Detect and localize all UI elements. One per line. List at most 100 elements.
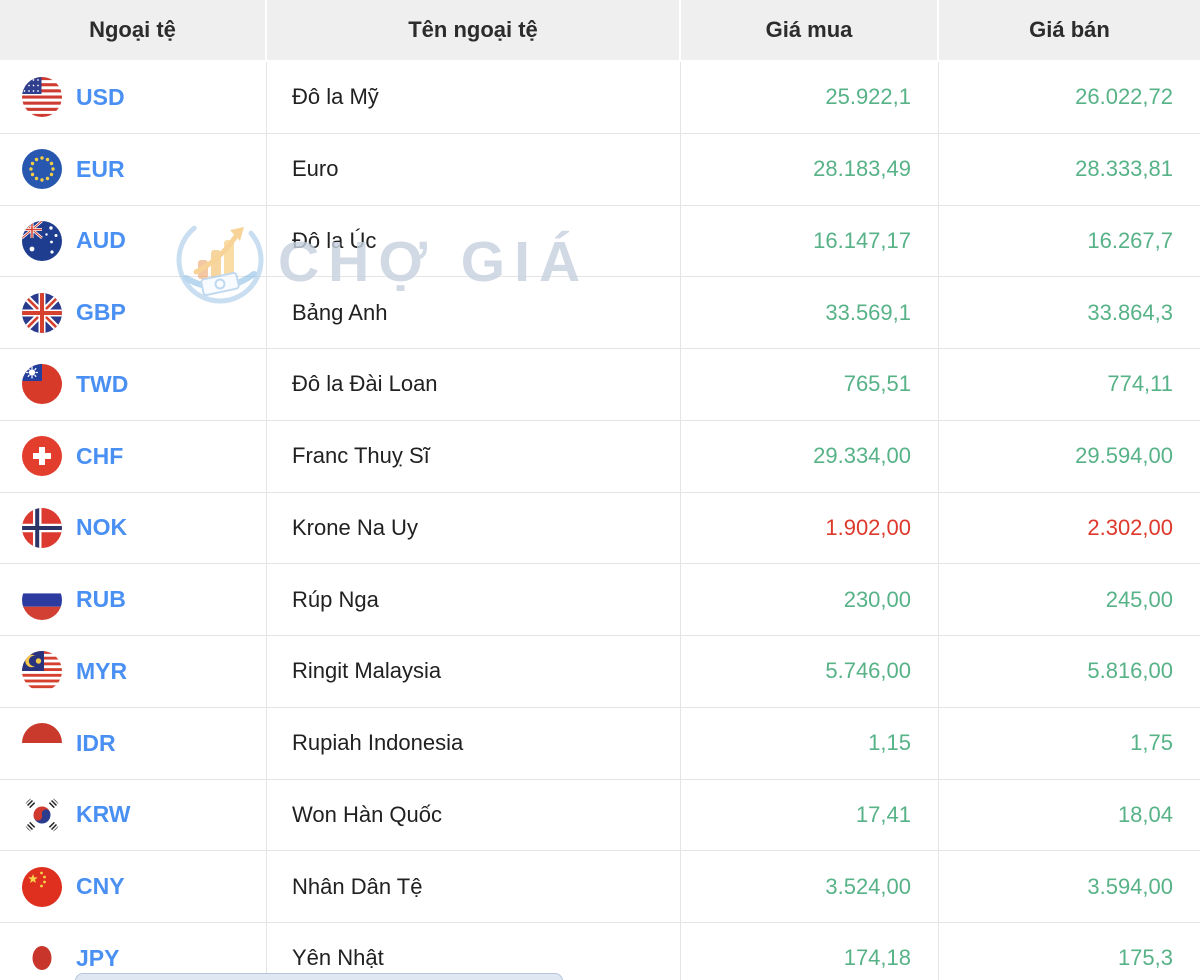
sell-cell: 26.022,72 — [939, 62, 1200, 133]
table-row: AUD Đô la Úc 16.147,17 16.267,7 — [0, 205, 1200, 278]
currency-code-link[interactable]: CNY — [76, 873, 125, 900]
currency-name: Won Hàn Quốc — [292, 801, 443, 827]
buy-cell: 25.922,1 — [681, 62, 939, 133]
buy-price: 174,18 — [843, 945, 911, 971]
currency-code-link[interactable]: GBP — [76, 299, 126, 326]
currency-code-link[interactable]: KRW — [76, 801, 131, 828]
table-row: CHF Franc Thuỵ Sĩ 29.334,00 29.594,00 — [0, 420, 1200, 493]
currency-cell: AUD — [0, 205, 267, 277]
currency-cell: IDR — [0, 707, 267, 779]
currency-cell: CHF — [0, 420, 267, 492]
name-cell: Rúp Nga — [267, 564, 681, 635]
name-cell: Đô la Úc — [267, 205, 681, 277]
currency-name: Ringit Malaysia — [292, 658, 442, 684]
sell-price: 18,04 — [1117, 801, 1173, 827]
currency-name: Nhân Dân Tệ — [292, 873, 423, 899]
buy-price: 16.147,17 — [813, 227, 911, 253]
sell-cell: 18,04 — [939, 780, 1200, 851]
column-header-name: Tên ngoại tệ — [267, 0, 681, 60]
buy-price: 1.902,00 — [825, 514, 911, 540]
currency-code-link[interactable]: NOK — [76, 514, 127, 541]
sell-cell: 1,75 — [939, 708, 1200, 779]
buy-cell: 33.569,1 — [681, 277, 939, 348]
currency-cell: NOK — [0, 492, 267, 564]
name-cell: Đô la Mỹ — [267, 62, 681, 133]
column-header-currency: Ngoại tệ — [0, 0, 267, 60]
currency-cell: MYR — [0, 636, 267, 707]
table-row: KRW Won Hàn Quốc 17,41 18,04 — [0, 779, 1200, 852]
sell-price: 245,00 — [1105, 586, 1173, 612]
currency-table-body: USD Đô la Mỹ 25.922,1 26.022,72 EUR Euro… — [0, 62, 1200, 980]
buy-cell: 174,18 — [681, 923, 939, 980]
buy-price: 5.746,00 — [825, 658, 911, 684]
sell-cell: 29.594,00 — [939, 421, 1200, 492]
buy-price: 3.524,00 — [825, 873, 911, 899]
sell-cell: 33.864,3 — [939, 277, 1200, 348]
currency-code-link[interactable]: EUR — [76, 156, 125, 183]
table-row: IDR Rupiah Indonesia 1,15 1,75 — [0, 707, 1200, 780]
sell-price: 175,3 — [1117, 945, 1173, 971]
currency-cell: KRW — [0, 779, 267, 851]
exchange-rate-table: Ngoại tệ Tên ngoại tệ Giá mua Giá bán US… — [0, 0, 1200, 980]
malaysia-flag-icon — [22, 651, 62, 692]
sell-price: 3.594,00 — [1087, 873, 1173, 899]
sell-price: 29.594,00 — [1075, 443, 1173, 469]
currency-name: Euro — [292, 156, 339, 182]
currency-cell: JPY — [0, 923, 267, 980]
currency-name: Yên Nhật — [292, 945, 384, 971]
sell-price: 1,75 — [1130, 730, 1173, 756]
sell-cell: 16.267,7 — [939, 206, 1200, 277]
switzerland-flag-icon — [22, 436, 62, 477]
currency-name: Đô la Úc — [292, 227, 377, 253]
eu-flag-icon — [22, 149, 62, 190]
buy-price: 230,00 — [843, 586, 911, 612]
currency-code-link[interactable]: CHF — [76, 443, 123, 470]
table-row: JPY Yên Nhật 174,18 175,3 — [0, 923, 1200, 980]
table-header-row: Ngoại tệ Tên ngoại tệ Giá mua Giá bán — [0, 0, 1200, 62]
currency-code-link[interactable]: JPY — [76, 945, 119, 972]
currency-cell: GBP — [0, 277, 267, 348]
buy-price: 765,51 — [843, 371, 911, 397]
currency-name: Rupiah Indonesia — [292, 730, 464, 756]
name-cell: Won Hàn Quốc — [267, 779, 681, 851]
currency-name: Rúp Nga — [292, 586, 379, 612]
name-cell: Đô la Đài Loan — [267, 349, 681, 420]
sell-cell: 175,3 — [939, 923, 1200, 980]
russia-flag-icon — [22, 579, 62, 620]
sell-price: 5.816,00 — [1087, 658, 1173, 684]
name-cell: Rupiah Indonesia — [267, 707, 681, 779]
name-cell: Bảng Anh — [267, 277, 681, 348]
sell-price: 2.302,00 — [1087, 514, 1173, 540]
table-row: GBP Bảng Anh 33.569,1 33.864,3 — [0, 277, 1200, 349]
buy-cell: 16.147,17 — [681, 205, 939, 277]
buy-price: 17,41 — [855, 801, 911, 827]
currency-name: Krone Na Uy — [292, 514, 418, 540]
currency-name: Đô la Đài Loan — [292, 371, 438, 397]
sell-cell: 2.302,00 — [939, 493, 1200, 564]
bottom-widget-bar[interactable] — [75, 973, 563, 980]
currency-cell: USD — [0, 62, 267, 133]
currency-code-link[interactable]: MYR — [76, 658, 127, 685]
currency-cell: CNY — [0, 851, 267, 922]
sell-price: 28.333,81 — [1075, 156, 1173, 182]
indonesia-flag-icon — [22, 723, 62, 764]
currency-name: Franc Thuỵ Sĩ — [292, 443, 430, 469]
currency-cell: TWD — [0, 349, 267, 420]
currency-code-link[interactable]: AUD — [76, 227, 126, 254]
japan-flag-icon — [22, 938, 62, 979]
australia-flag-icon — [22, 220, 62, 261]
currency-code-link[interactable]: IDR — [76, 730, 116, 757]
buy-cell: 17,41 — [681, 779, 939, 851]
norway-flag-icon — [22, 507, 62, 548]
currency-code-link[interactable]: USD — [76, 84, 125, 111]
currency-code-link[interactable]: RUB — [76, 586, 126, 613]
sell-price: 33.864,3 — [1087, 299, 1173, 325]
table-row: MYR Ringit Malaysia 5.746,00 5.816,00 — [0, 636, 1200, 708]
table-row: RUB Rúp Nga 230,00 245,00 — [0, 564, 1200, 636]
table-row: CNY Nhân Dân Tệ 3.524,00 3.594,00 — [0, 851, 1200, 923]
buy-price: 1,15 — [868, 730, 911, 756]
us-flag-icon — [22, 77, 62, 118]
currency-code-link[interactable]: TWD — [76, 371, 128, 398]
buy-cell: 29.334,00 — [681, 420, 939, 492]
sell-cell: 3.594,00 — [939, 851, 1200, 922]
